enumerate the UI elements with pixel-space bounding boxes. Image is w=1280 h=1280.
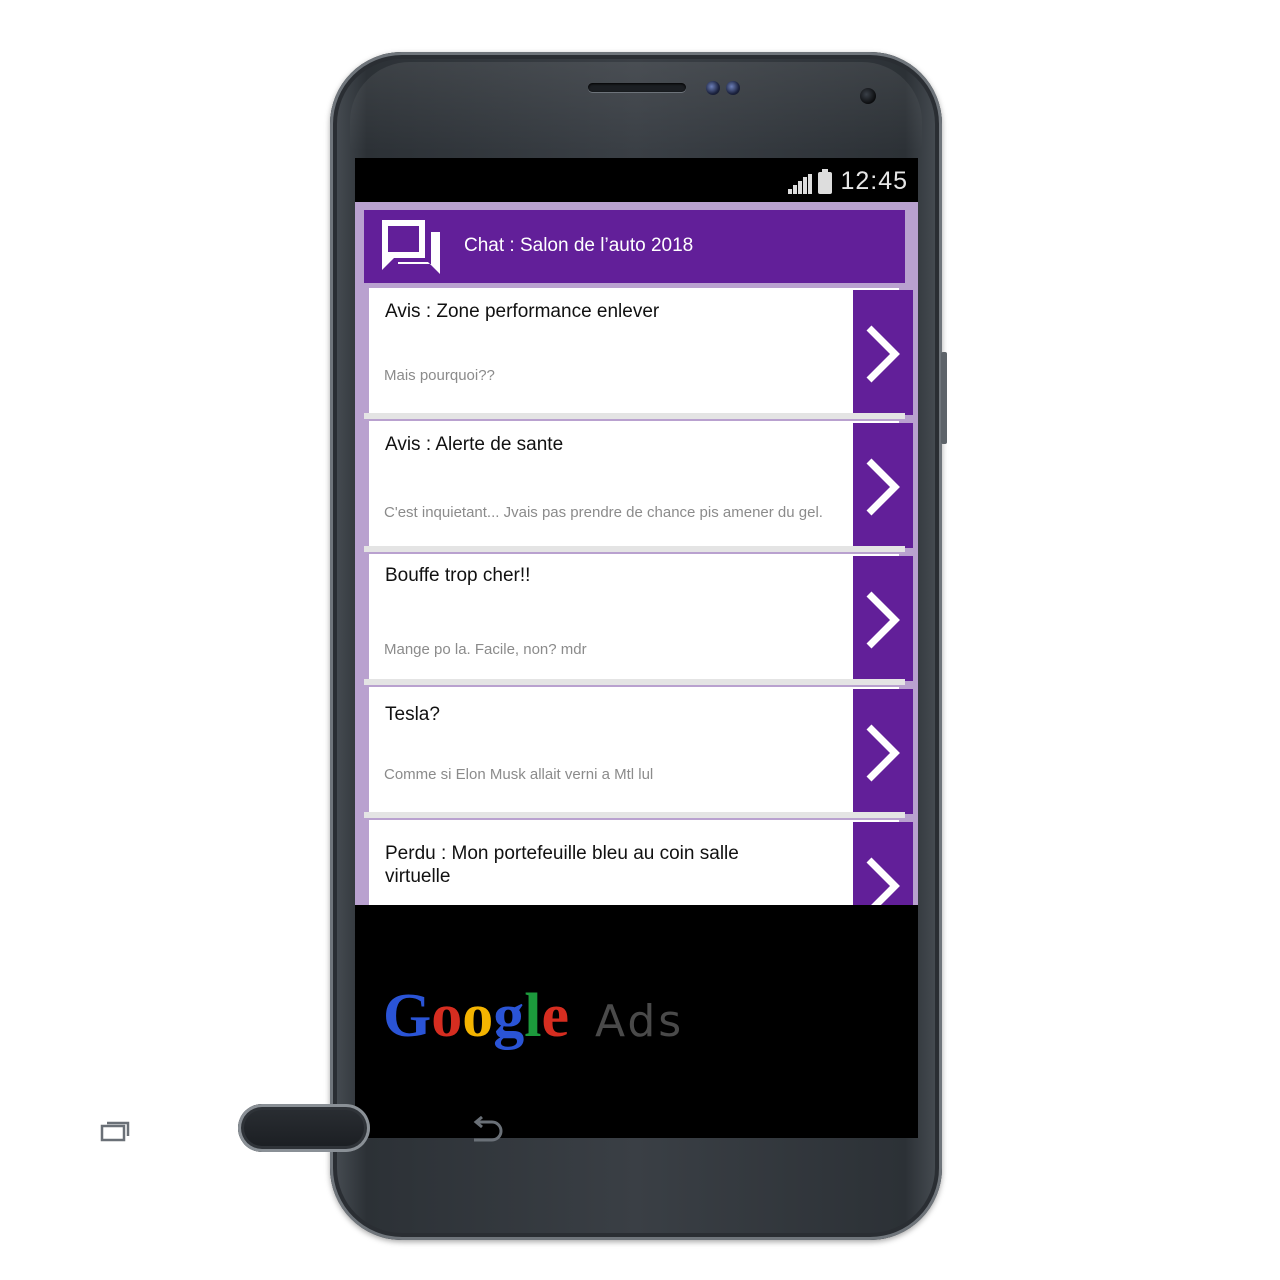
open-thread-button[interactable] — [853, 423, 913, 548]
recent-apps-icon[interactable] — [100, 1120, 130, 1142]
separator — [364, 679, 905, 685]
phone-top-shade — [350, 62, 922, 152]
thread-preview: C'est inquietant... Jvais pas prendre de… — [384, 504, 823, 521]
thread-title: Avis : Alerte de sante — [385, 434, 564, 455]
ad-letter: o — [431, 982, 463, 1050]
separator — [364, 546, 905, 552]
chevron-right-icon — [866, 325, 900, 383]
thread-item[interactable]: Avis : Alerte de sante C'est inquietant.… — [369, 421, 913, 548]
thread-title: Perdu : Mon portefeuille bleu au coin sa… — [385, 843, 739, 887]
thread-item[interactable]: Avis : Zone performance enlever Mais pou… — [369, 288, 913, 415]
chat-bubbles-icon — [382, 220, 440, 274]
battery-icon — [818, 169, 833, 194]
chevron-right-icon — [866, 857, 900, 905]
ads-word: Ads — [595, 996, 685, 1047]
signal-icon — [788, 174, 813, 194]
open-thread-button[interactable] — [853, 290, 913, 415]
proximity-sensor-icon — [706, 81, 720, 95]
ad-letter: G — [383, 982, 432, 1050]
open-thread-button[interactable] — [853, 822, 913, 905]
thread-title: Avis : Zone performance enlever — [385, 301, 660, 322]
thread-preview: Mange po la. Facile, non? mdr — [384, 641, 587, 658]
home-button[interactable] — [238, 1104, 370, 1152]
thread-preview: Comme si Elon Musk allait verni a Mtl lu… — [384, 766, 654, 783]
separator — [364, 413, 905, 419]
separator — [364, 812, 905, 818]
ad-banner[interactable]: G o o g l e Ads — [355, 905, 918, 1138]
back-arrow-icon[interactable] — [470, 1116, 506, 1144]
thread-item[interactable]: Bouffe trop cher!! Mange po la. Facile, … — [369, 554, 913, 681]
chat-list-screen: Chat : Salon de l’auto 2018 Avis : Zone … — [355, 202, 918, 905]
chevron-right-icon — [866, 458, 900, 516]
app-header: Chat : Salon de l’auto 2018 — [364, 210, 905, 283]
light-sensor-icon — [726, 81, 740, 95]
thread-title: Tesla? — [385, 704, 440, 725]
status-bar: 12:45 — [355, 158, 918, 202]
front-camera-icon — [860, 88, 876, 104]
screen: 12:45 Chat : Salon de l’auto 2018 Avis :… — [355, 158, 918, 1138]
ad-letter: g — [493, 982, 525, 1050]
earpiece-speaker — [588, 83, 686, 92]
chevron-right-icon — [866, 591, 900, 649]
status-icons: 12:45 — [788, 168, 908, 194]
chevron-right-icon — [866, 724, 900, 782]
ad-letter: l — [524, 982, 542, 1050]
status-clock: 12:45 — [840, 167, 908, 195]
thread-item[interactable]: Tesla? Comme si Elon Musk allait verni a… — [369, 687, 913, 814]
ad-letter: e — [541, 982, 569, 1050]
thread-item[interactable]: Perdu : Mon portefeuille bleu au coin sa… — [369, 820, 913, 905]
open-thread-button[interactable] — [853, 689, 913, 814]
page-title: Chat : Salon de l’auto 2018 — [464, 235, 694, 256]
google-ads-logo: G o o g l e Ads — [383, 985, 684, 1047]
open-thread-button[interactable] — [853, 556, 913, 681]
side-button[interactable] — [941, 352, 947, 444]
ad-letter: o — [462, 982, 494, 1050]
thread-preview: Mais pourquoi?? — [384, 367, 495, 384]
thread-title: Bouffe trop cher!! — [385, 565, 531, 586]
